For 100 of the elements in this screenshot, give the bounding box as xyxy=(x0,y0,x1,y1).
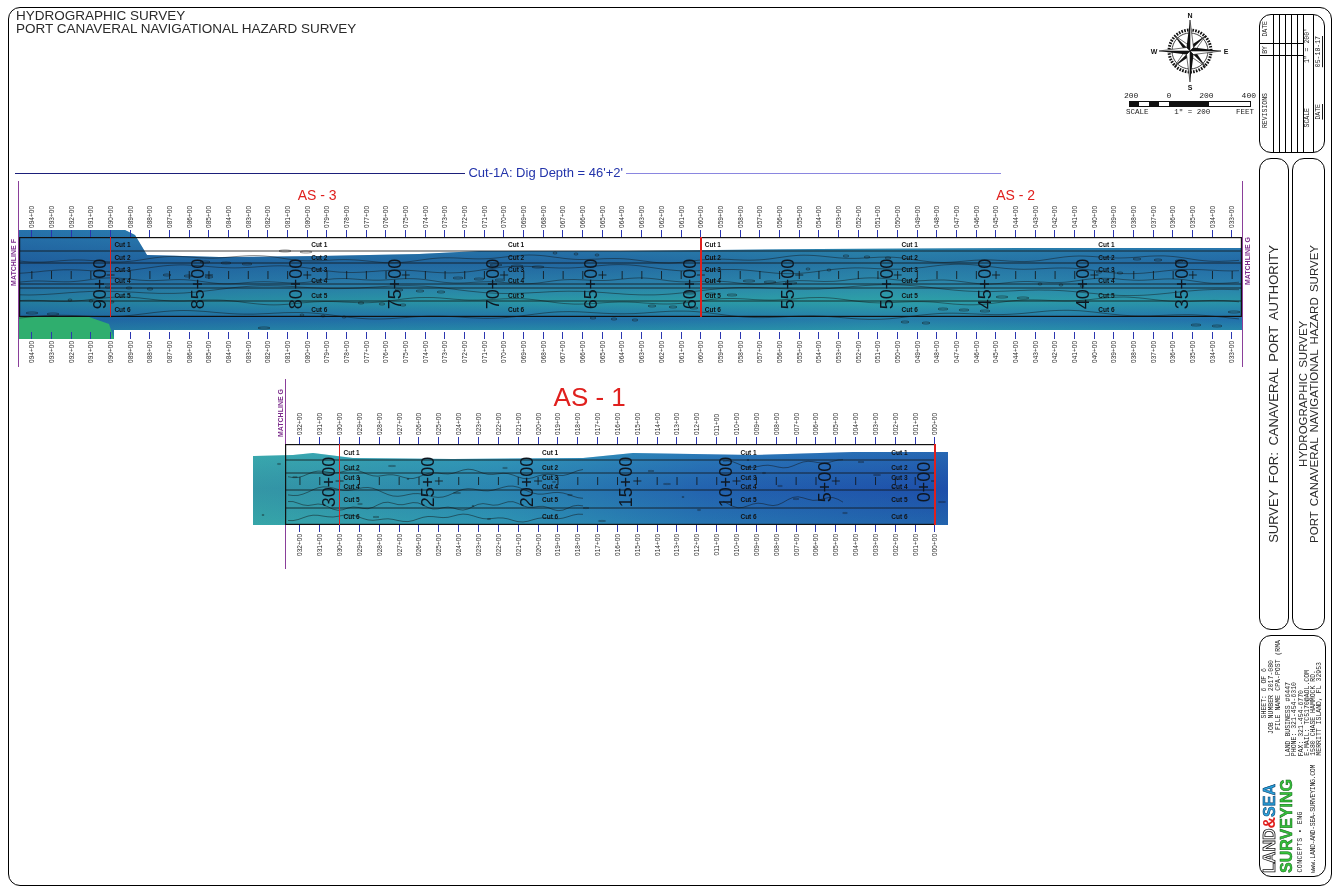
station-tick xyxy=(1191,332,1193,339)
station-tick xyxy=(464,230,466,237)
station-tick xyxy=(676,525,678,532)
station-tick xyxy=(680,230,682,237)
station-tick xyxy=(418,525,420,532)
station-tick xyxy=(1132,230,1134,237)
major-station-label: 25+00 xyxy=(418,456,437,508)
station-tick xyxy=(542,332,544,339)
station-tick xyxy=(696,525,698,532)
station-tick xyxy=(385,230,387,237)
station-tick xyxy=(736,437,737,444)
station-tick xyxy=(1152,332,1154,339)
station-tick xyxy=(1034,332,1036,339)
station-tick xyxy=(378,437,380,444)
station-tick xyxy=(719,230,721,237)
project-title: HYDROGRAPHIC SURVEY xyxy=(1297,319,1309,470)
station-tick xyxy=(358,437,360,444)
station-tick xyxy=(31,332,33,339)
station-tick xyxy=(247,230,249,237)
major-station-label: 40+00 xyxy=(1074,258,1093,310)
station-tick xyxy=(1211,230,1213,237)
station-tick xyxy=(1211,332,1213,339)
station-tick xyxy=(562,230,564,237)
station-tick xyxy=(398,437,400,444)
station-tick xyxy=(503,230,505,237)
station-tick xyxy=(385,332,387,339)
station-tick xyxy=(934,525,936,532)
station-tick xyxy=(916,332,918,339)
major-station-label: 15+00 xyxy=(617,456,636,508)
major-station-label: 75+00 xyxy=(385,258,404,310)
station-tick xyxy=(287,332,289,339)
compass-rose-drawing xyxy=(1158,19,1222,83)
station-tick xyxy=(299,525,301,532)
station-tick xyxy=(464,332,466,339)
station-tick xyxy=(582,230,584,237)
station-tick xyxy=(857,230,859,237)
station-tick xyxy=(247,332,249,339)
station-tick xyxy=(914,525,916,532)
area-label: AS - 1 xyxy=(553,383,626,411)
station-tick xyxy=(1014,332,1016,339)
station-tick xyxy=(775,525,777,532)
station-tick xyxy=(896,332,898,339)
station-tick xyxy=(70,332,72,339)
station-tick xyxy=(557,525,559,532)
station-tick xyxy=(641,230,643,237)
scale-tick-label: 400 xyxy=(1241,92,1256,100)
station-tick xyxy=(537,437,539,444)
station-tick xyxy=(680,332,682,339)
station-tick xyxy=(523,332,525,339)
station-tick xyxy=(577,437,579,444)
station-tick xyxy=(557,437,559,444)
station-tick xyxy=(798,332,800,339)
logo-text: & xyxy=(1261,817,1278,829)
station-tick xyxy=(483,230,485,237)
station-tick xyxy=(700,332,702,339)
station-tick xyxy=(1132,332,1134,339)
station-tick xyxy=(542,230,544,237)
station-tick xyxy=(837,230,839,237)
station-tick xyxy=(1034,230,1036,237)
station-tick xyxy=(877,332,879,339)
station-tick xyxy=(319,437,321,444)
station-tick xyxy=(1172,230,1174,237)
station-tick xyxy=(129,332,131,339)
station-tick xyxy=(188,332,190,339)
station-tick xyxy=(319,525,321,532)
scale-tick-label: 0 xyxy=(1166,92,1172,100)
station-tick xyxy=(1093,332,1095,339)
station-tick xyxy=(914,437,916,444)
station-tick xyxy=(110,332,111,339)
major-station-label: 5+00 xyxy=(815,461,834,503)
station-tick xyxy=(1014,230,1016,237)
station-tick xyxy=(815,525,817,532)
station-tick xyxy=(995,332,997,339)
station-tick xyxy=(795,525,797,532)
station-tick xyxy=(1054,332,1056,339)
station-tick xyxy=(755,525,757,532)
station-tick xyxy=(621,230,623,237)
station-tick xyxy=(577,525,579,532)
station-tick xyxy=(228,332,230,339)
station-tick xyxy=(1152,230,1154,237)
station-tick xyxy=(894,437,896,444)
station-tick xyxy=(837,332,839,339)
station-tick xyxy=(1231,332,1233,339)
station-tick xyxy=(188,230,190,237)
station-tick xyxy=(306,332,308,339)
station-tick xyxy=(287,230,289,237)
station-tick xyxy=(70,230,72,237)
station-tick xyxy=(418,437,420,444)
station-tick xyxy=(517,437,519,444)
logo-text: SURVEYING xyxy=(1279,779,1295,873)
station-tick xyxy=(700,230,702,237)
station-tick xyxy=(346,230,348,237)
station-tick xyxy=(975,332,977,339)
station-tick xyxy=(267,230,269,237)
station-tick xyxy=(478,525,479,532)
station-tick xyxy=(696,437,698,444)
station-tick xyxy=(339,525,341,532)
station-tick xyxy=(601,230,603,237)
major-station-label: 10+00 xyxy=(716,456,735,508)
station-tick xyxy=(636,525,638,532)
